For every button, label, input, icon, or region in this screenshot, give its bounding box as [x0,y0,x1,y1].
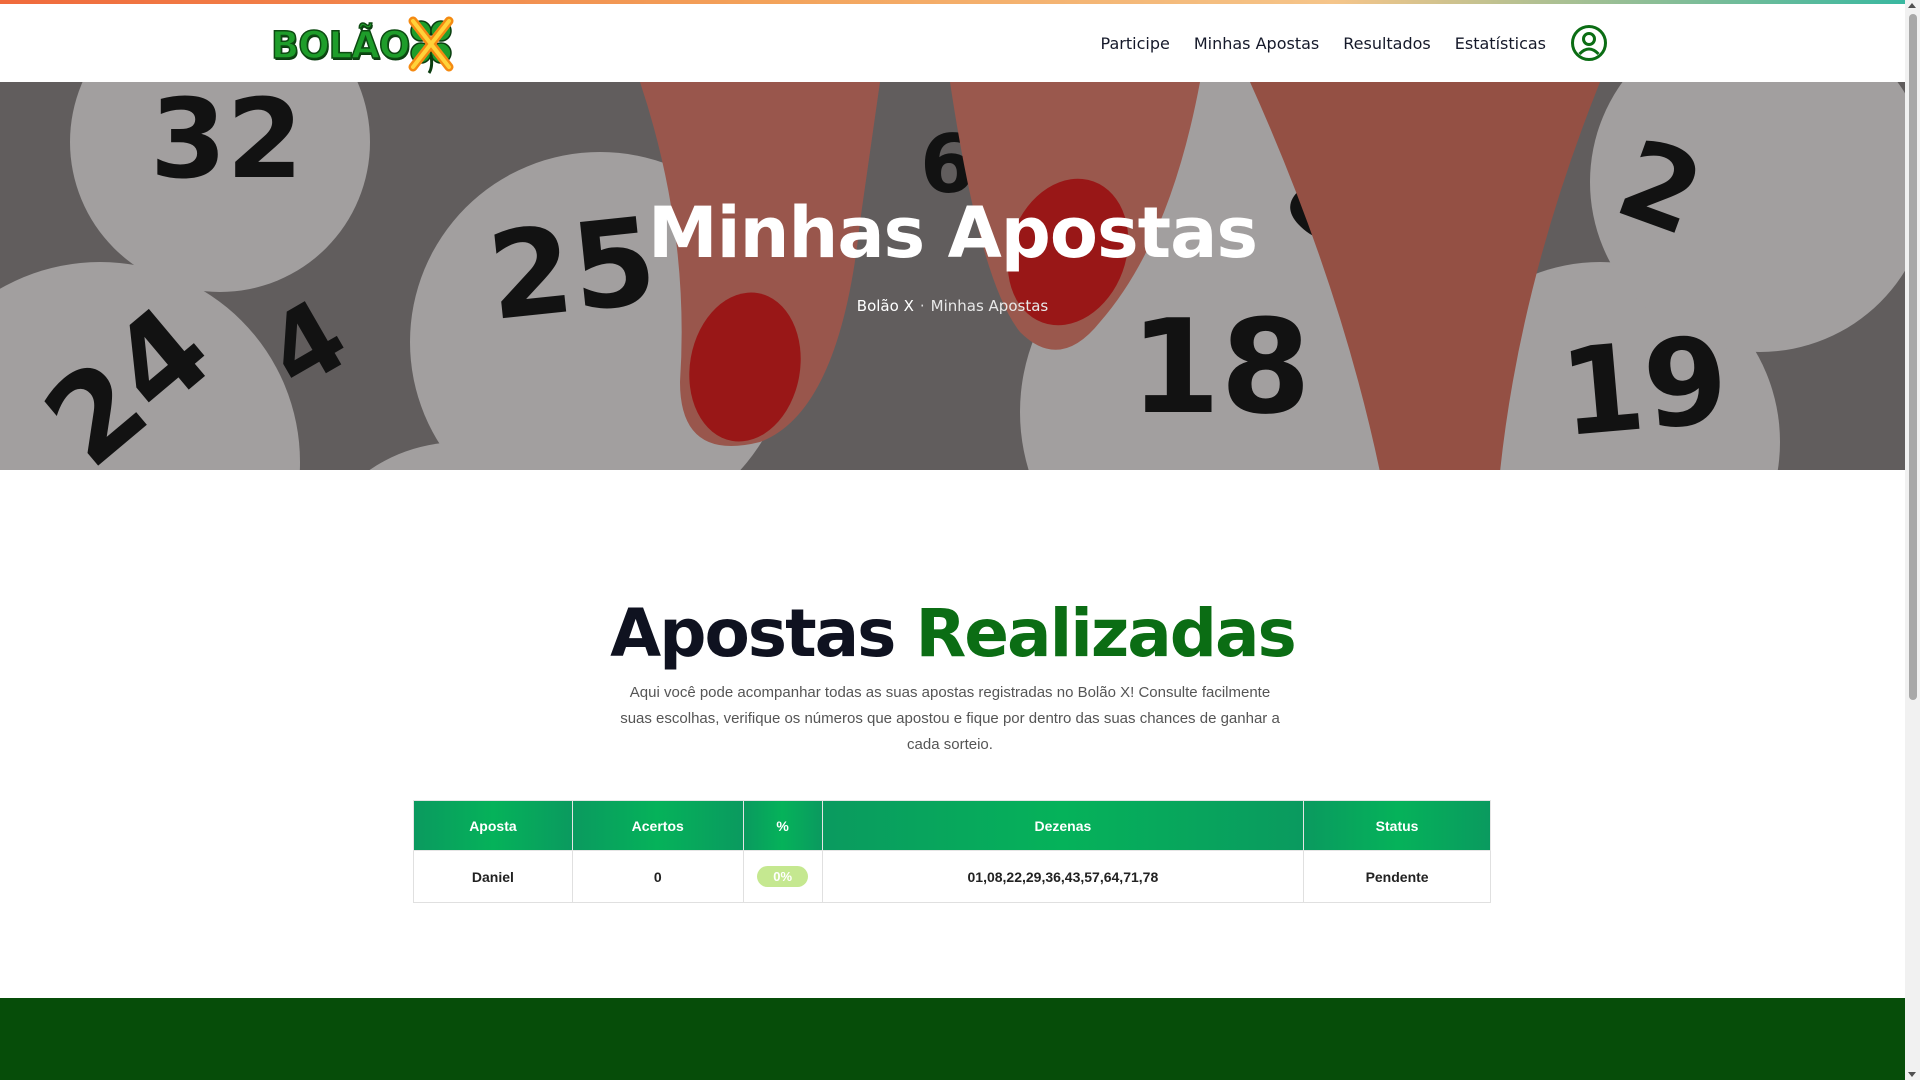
section-title-part1: Apostas [610,595,896,672]
nav-minhas-apostas[interactable]: Minhas Apostas [1194,34,1319,53]
column-header-dezenas: Dezenas [821,800,1305,851]
logo-text: BOLÃO [270,23,411,68]
cell-acertos: 0 [571,850,744,903]
breadcrumb-separator: · [919,297,925,315]
main-nav: Participe Minhas Apostas Resultados Esta… [1077,4,1608,82]
bets-table: Aposta Acertos % Dezenas Status Daniel 0… [413,800,1491,903]
hero-banner: 32 25 24 4 18 19 2 8 6 Minhas Apostas Bo… [0,82,1905,470]
column-header-aposta: Aposta [413,800,573,851]
nav-participe[interactable]: Participe [1101,34,1170,53]
cell-dezenas: 01,08,22,29,36,43,57,64,71,78 [821,850,1305,903]
logo[interactable]: BOLÃO [270,14,459,76]
nav-estatisticas[interactable]: Estatísticas [1455,34,1546,53]
site-header: BOLÃO Participe Minhas Apostas Resultado… [0,4,1905,82]
hero-overlay [0,82,1905,470]
section-title-part2: Realizadas [915,595,1296,672]
scroll-down-arrow-icon[interactable] [1908,1072,1916,1077]
user-circle-icon[interactable] [1570,24,1608,62]
section-description: Aqui você pode acompanhar todas as suas … [620,684,1280,753]
table-row: Daniel 0 0% 01,08,22,29,36,43,57,64,71,7… [413,850,1491,903]
percent-badge: 0% [757,866,809,887]
column-header-status: Status [1303,800,1491,851]
scroll-thumb[interactable] [1909,14,1917,700]
scroll-up-arrow-icon[interactable] [1908,3,1916,8]
nav-resultados[interactable]: Resultados [1343,34,1431,53]
scrollbar[interactable] [1905,0,1920,1080]
column-header-acertos: Acertos [571,800,744,851]
column-header-percent: % [742,800,823,851]
clover-x-icon [408,16,454,74]
page-title: Minhas Apostas [648,192,1258,274]
section-title: Apostas Realizadas [0,595,1905,672]
cell-percent: 0% [742,850,823,903]
breadcrumb-home[interactable]: Bolão X [857,297,914,315]
breadcrumb: Bolão X · Minhas Apostas [0,297,1905,315]
footer [0,998,1905,1080]
table-header-row: Aposta Acertos % Dezenas Status [413,800,1491,851]
breadcrumb-current: Minhas Apostas [930,297,1049,315]
cell-aposta: Daniel [413,850,573,903]
cell-status: Pendente [1303,850,1491,903]
